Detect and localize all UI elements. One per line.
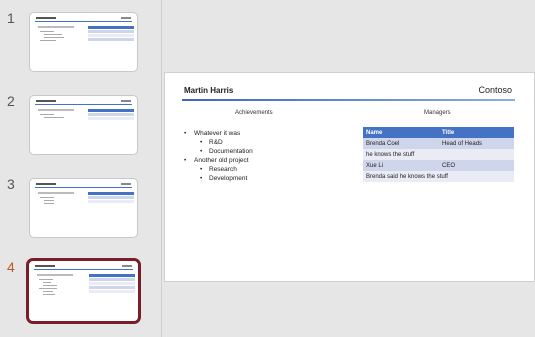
table-row: Xue Li CEO	[363, 160, 514, 171]
slide-thumbnail-row-1[interactable]: 1	[0, 10, 162, 82]
sub-bullet-item: • R&D	[200, 139, 223, 146]
bullet-icon: •	[200, 175, 203, 182]
managers-table[interactable]: Name Title Brenda Coel Head of Heads he …	[363, 127, 514, 182]
table-row: he knows the stuff	[363, 149, 514, 160]
slide-thumbnail-row-4[interactable]: 4	[0, 258, 162, 331]
managers-heading[interactable]: Managers	[424, 110, 451, 116]
slide-title[interactable]: Martin Harris	[184, 86, 233, 95]
bullet-icon: •	[200, 166, 203, 173]
achievements-list[interactable]: • Whatever it was • R&D • Documentation • An…	[183, 129, 253, 183]
slide-thumbnail-pane[interactable]: 1 2 3 4	[0, 0, 162, 337]
slide-brand[interactable]: Contoso	[478, 85, 512, 95]
sub-bullet-item: • Research	[200, 166, 237, 173]
slide-number: 3	[7, 176, 15, 192]
slide-thumbnail-2[interactable]	[29, 95, 138, 155]
achievements-heading[interactable]: Achievements	[235, 110, 273, 116]
slide-thumbnail-1[interactable]	[29, 12, 138, 72]
sub-bullet-item: • Documentation	[200, 148, 253, 155]
column-header-name[interactable]: Name	[363, 127, 439, 138]
table-cell-merged[interactable]: Brenda said he knows the stuff	[363, 171, 514, 182]
table-row: Brenda Coel Head of Heads	[363, 138, 514, 149]
bullet-icon: •	[200, 148, 203, 155]
slide-canvas[interactable]: Martin Harris Contoso Achievements Manag…	[164, 72, 535, 282]
table-row: Brenda said he knows the stuff	[363, 171, 514, 182]
table-header-row: Name Title	[363, 127, 514, 138]
slide-thumbnail-row-3[interactable]: 3	[0, 176, 162, 248]
bullet-icon: •	[184, 130, 187, 137]
bullet-item: • Another old project	[184, 157, 249, 164]
slide-number: 1	[7, 10, 15, 26]
slide-number: 4	[7, 259, 15, 275]
slide-thumbnail-4-selected[interactable]	[26, 258, 141, 324]
table-cell[interactable]: Xue Li	[363, 160, 439, 171]
bullet-icon: •	[184, 157, 187, 164]
sub-bullet-item: • Development	[200, 175, 248, 182]
slide-number: 2	[7, 93, 15, 109]
column-header-title[interactable]: Title	[439, 127, 514, 138]
table-cell[interactable]: CEO	[439, 160, 514, 171]
title-divider	[182, 99, 515, 101]
slide-thumbnail-3[interactable]	[29, 178, 138, 238]
slide-thumbnail-row-2[interactable]: 2	[0, 93, 162, 165]
table-cell[interactable]: Brenda Coel	[363, 138, 439, 149]
bullet-item: • Whatever it was	[184, 130, 241, 137]
bullet-icon: •	[200, 139, 203, 146]
table-cell[interactable]: Head of Heads	[439, 138, 514, 149]
table-cell-merged[interactable]: he knows the stuff	[363, 149, 514, 160]
